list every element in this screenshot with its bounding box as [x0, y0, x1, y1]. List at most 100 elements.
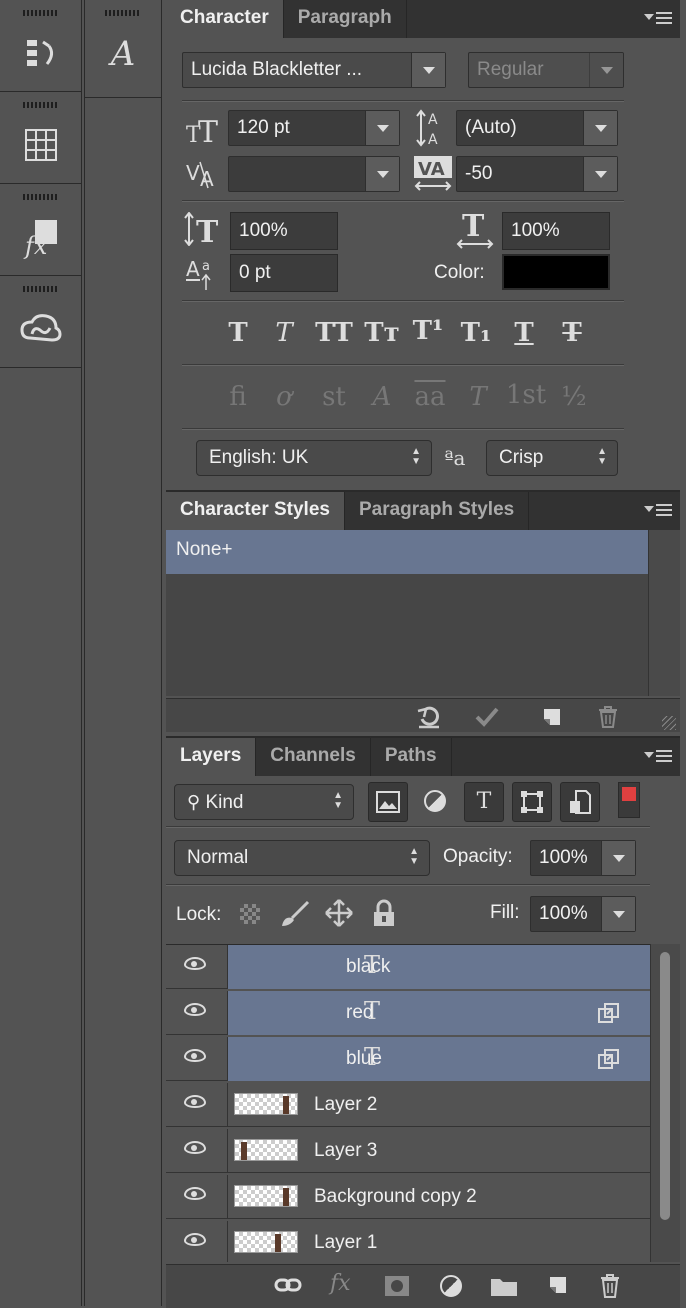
language-select[interactable]: English: UK ▲ ▼	[196, 440, 432, 476]
visibility-toggle[interactable]	[166, 1083, 228, 1127]
lock-transparent-pixels-icon[interactable]	[240, 904, 260, 924]
scrollbar-thumb[interactable]	[660, 952, 670, 1220]
visibility-toggle[interactable]	[166, 1037, 228, 1081]
text-color-swatch[interactable]	[502, 254, 610, 290]
stylistic-alternates-button[interactable]: aa	[410, 382, 450, 412]
tab-paragraph-styles[interactable]: Paragraph Styles	[345, 492, 530, 530]
tab-character[interactable]: Character	[166, 0, 284, 38]
vertical-scale-field[interactable]: 100%	[230, 212, 338, 250]
smart-object-filter-button[interactable]	[560, 782, 600, 822]
scrollbar[interactable]	[648, 530, 680, 696]
opacity-field[interactable]: 100%	[530, 840, 636, 876]
character-dock-button[interactable]: A	[85, 10, 161, 98]
font-style-dropdown[interactable]: Regular	[468, 52, 624, 88]
folder-icon[interactable]	[490, 1275, 518, 1297]
layer-content[interactable]: Layer 2	[228, 1083, 650, 1127]
panel-menu-icon[interactable]	[644, 504, 672, 518]
contextual-alternates-button[interactable]: ơ	[266, 382, 302, 412]
blend-mode-select[interactable]: Normal ▲ ▼	[174, 840, 430, 876]
lock-icon[interactable]	[372, 898, 396, 928]
superscript-button[interactable]: T¹	[410, 316, 446, 346]
strikethrough-button[interactable]: T	[554, 318, 590, 348]
subscript-button[interactable]: T₁	[458, 318, 494, 348]
new-layer-icon[interactable]	[546, 1273, 570, 1297]
small-caps-button[interactable]: Tт	[362, 318, 402, 348]
faux-bold-button[interactable]: T	[220, 318, 256, 348]
creative-cloud-dock-button[interactable]	[0, 286, 81, 368]
discretionary-ligatures-button[interactable]: st	[316, 382, 352, 412]
pixel-filter-button[interactable]	[368, 782, 408, 822]
tab-paths[interactable]: Paths	[371, 738, 452, 776]
filter-toggle[interactable]	[618, 782, 640, 818]
link-layers-icon[interactable]	[274, 1275, 302, 1295]
panel-menu-icon[interactable]	[644, 12, 672, 26]
standard-ligatures-button[interactable]: fi	[220, 382, 256, 412]
layer-row[interactable]: Layer 2	[166, 1083, 650, 1127]
visibility-toggle[interactable]	[166, 945, 228, 989]
layer-row[interactable]: Tblack	[166, 945, 650, 989]
adjustment-filter-icon[interactable]	[424, 790, 446, 812]
dock-grip[interactable]	[22, 286, 59, 292]
add-mask-icon[interactable]	[384, 1275, 410, 1297]
tab-character-styles[interactable]: Character Styles	[166, 492, 345, 530]
baseline-shift-field[interactable]: 0 pt	[230, 254, 338, 292]
visibility-toggle[interactable]	[166, 1221, 228, 1262]
trash-icon[interactable]	[596, 705, 620, 729]
visibility-toggle[interactable]	[166, 1175, 228, 1219]
all-caps-button[interactable]: TT	[312, 318, 356, 348]
layer-content[interactable]: Tred	[228, 991, 650, 1035]
swatches-dock-button[interactable]	[0, 102, 81, 184]
layer-content[interactable]: Background copy 2	[228, 1175, 650, 1219]
styles-dock-button[interactable]: fx	[0, 194, 81, 276]
type-filter-button[interactable]: T	[464, 782, 504, 822]
ordinals-button[interactable]: 1st	[504, 380, 548, 410]
layer-row[interactable]: Tred	[166, 991, 650, 1035]
layer-content[interactable]: Layer 1	[228, 1221, 650, 1262]
layer-row[interactable]: Layer 3	[166, 1129, 650, 1173]
layer-row[interactable]: Tblue	[166, 1037, 650, 1081]
move-icon[interactable]	[324, 898, 354, 928]
faux-italic-button[interactable]: T	[266, 318, 302, 348]
kerning-field[interactable]	[228, 156, 400, 192]
history-dock-button[interactable]	[0, 10, 81, 92]
scrollbar[interactable]	[650, 944, 680, 1262]
titling-alternates-button[interactable]: T	[460, 382, 496, 412]
brush-icon[interactable]	[278, 900, 310, 928]
layer-content[interactable]: Tblack	[228, 945, 650, 989]
antialias-select[interactable]: Crisp ▲ ▼	[486, 440, 618, 476]
layer-row[interactable]: Layer 1	[166, 1221, 650, 1262]
resize-grip-icon[interactable]	[662, 716, 676, 730]
fill-field[interactable]: 100%	[530, 896, 636, 932]
visibility-toggle[interactable]	[166, 991, 228, 1035]
dock-grip[interactable]	[22, 102, 59, 108]
leading-field[interactable]: (Auto)	[456, 110, 618, 146]
font-family-dropdown[interactable]: Lucida Blackletter ...	[182, 52, 446, 88]
shape-filter-button[interactable]	[512, 782, 552, 822]
new-style-icon[interactable]	[540, 705, 564, 729]
underline-button[interactable]: T	[506, 318, 542, 348]
font-size-field[interactable]: 120 pt	[228, 110, 400, 146]
tab-channels[interactable]: Channels	[256, 738, 371, 776]
layer-filter-select[interactable]: ⚲ Kind ▲ ▼	[174, 784, 354, 820]
layer-row[interactable]: Background copy 2	[166, 1175, 650, 1219]
dock-grip[interactable]	[22, 10, 59, 16]
clear-override-icon[interactable]	[416, 705, 442, 729]
trash-icon[interactable]	[598, 1273, 622, 1299]
tracking-field[interactable]: -50	[456, 156, 618, 192]
dock-grip[interactable]	[22, 194, 59, 200]
layer-content[interactable]: Tblue	[228, 1037, 650, 1081]
fractions-button[interactable]: ½	[556, 382, 592, 412]
svg-text:V: V	[186, 161, 200, 185]
adjustment-layer-icon[interactable]	[440, 1275, 462, 1297]
list-item[interactable]: None+	[166, 530, 648, 574]
checkmark-icon[interactable]	[474, 705, 500, 729]
dock-grip[interactable]	[105, 10, 141, 16]
tab-paragraph[interactable]: Paragraph	[284, 0, 407, 38]
visibility-toggle[interactable]	[166, 1129, 228, 1173]
fx-icon[interactable]: fx	[330, 1271, 351, 1296]
layer-content[interactable]: Layer 3	[228, 1129, 650, 1173]
swash-button[interactable]: A	[364, 382, 400, 412]
horizontal-scale-field[interactable]: 100%	[502, 212, 610, 250]
panel-menu-icon[interactable]	[644, 750, 672, 764]
tab-layers[interactable]: Layers	[166, 738, 257, 776]
